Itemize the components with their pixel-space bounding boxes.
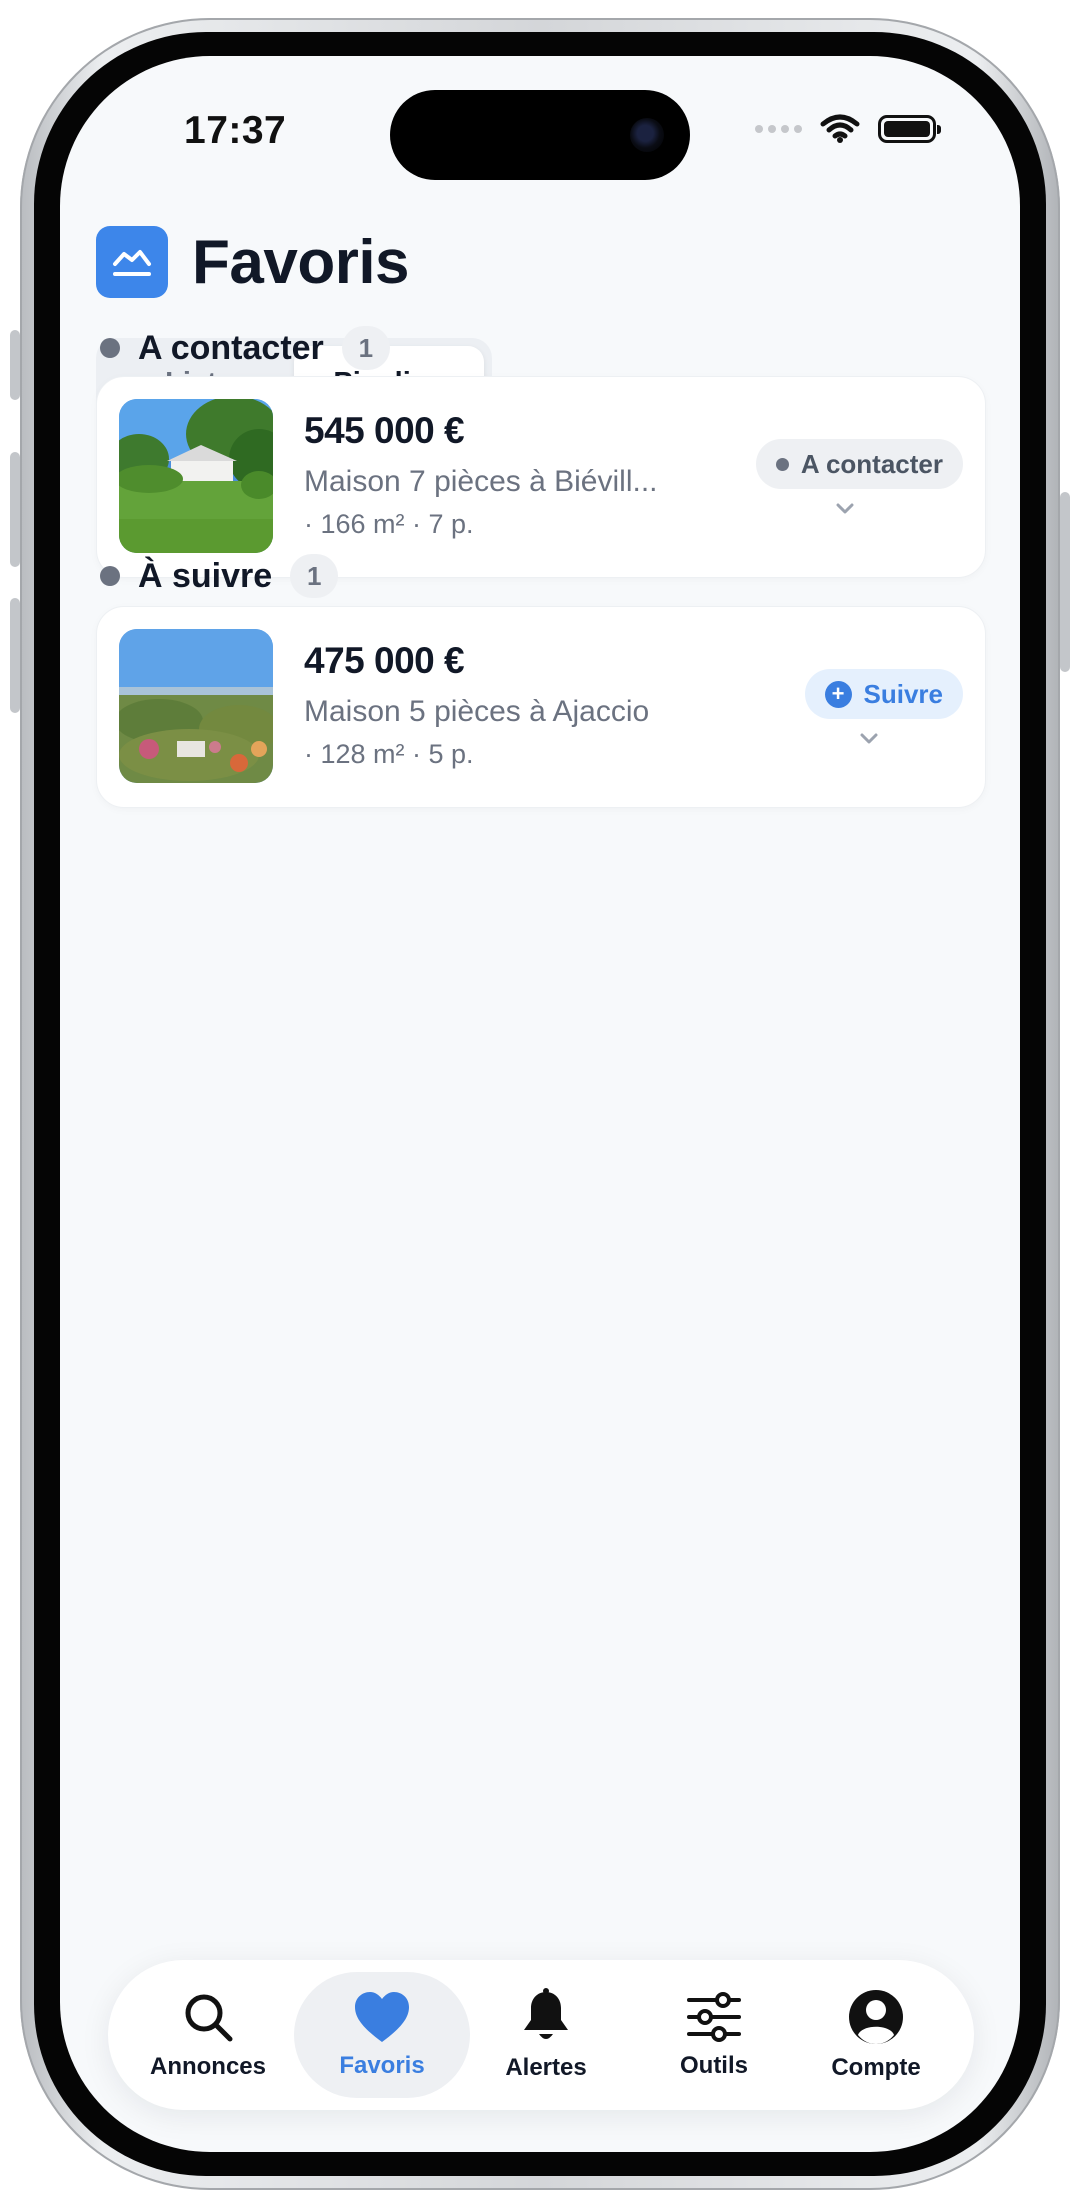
sliders-icon	[687, 1992, 741, 2042]
tab-outils[interactable]: Outils	[626, 1972, 802, 2098]
follow-button-label: Suivre	[863, 678, 944, 709]
status-pill-label: A contacter	[800, 448, 943, 479]
listing-price: 545 000 €	[304, 410, 465, 451]
section-header-a-suivre: À suivre 1	[100, 554, 339, 598]
listing-card[interactable]: 545 000 € Maison 7 pièces à Biévill... ·…	[96, 376, 986, 578]
bell-icon	[524, 1988, 568, 2039]
battery-icon	[878, 115, 941, 143]
tab-label: Compte	[831, 2054, 921, 2081]
tab-favoris[interactable]: Favoris	[294, 1972, 470, 2098]
plus-icon: +	[824, 680, 852, 708]
listing-meta: · 166 m² · 7 p.	[304, 509, 474, 539]
listing-card[interactable]: 475 000 € Maison 5 pièces à Ajaccio · 12…	[96, 606, 986, 808]
dynamic-island	[390, 90, 690, 180]
status-time: 17:37	[184, 109, 287, 152]
screen: 17:37 Favoris Liste Pipeline A co	[60, 56, 1020, 2152]
listing-price: 475 000 €	[304, 640, 465, 681]
user-circle-icon	[849, 1990, 903, 2044]
listing-photo	[119, 629, 273, 783]
listing-photo	[119, 399, 273, 553]
search-icon	[185, 1994, 233, 2042]
tab-label: Outils	[679, 2052, 748, 2079]
tab-label: Annonces	[149, 2053, 266, 2080]
power-button	[1060, 492, 1070, 672]
chevron-down-icon[interactable]	[857, 731, 881, 747]
app-logo-icon	[96, 226, 168, 298]
front-camera-icon	[630, 118, 664, 152]
chevron-down-icon[interactable]	[833, 501, 857, 517]
action-button	[10, 330, 20, 400]
section-title: A contacter	[138, 328, 324, 367]
status-pill-button[interactable]: A contacter	[755, 439, 963, 489]
section-header-a-contacter: A contacter 1	[100, 326, 390, 370]
status-icons	[755, 114, 941, 144]
section-dot	[100, 338, 120, 358]
heart-icon	[355, 1992, 409, 2042]
cellular-signal-icon	[755, 125, 802, 133]
section-count-badge: 1	[290, 554, 339, 598]
listing-meta: · 128 m² · 5 p.	[304, 739, 474, 769]
section-count-badge: 1	[341, 326, 390, 370]
wifi-icon	[820, 114, 860, 143]
section-title: À suivre	[138, 556, 273, 595]
status-dot-icon	[775, 457, 789, 471]
tab-label: Favoris	[339, 2052, 425, 2079]
listing-description: Maison 7 pièces à Biévill...	[304, 465, 658, 498]
tab-compte[interactable]: Compte	[788, 1972, 964, 2098]
tab-label: Alertes	[505, 2054, 587, 2081]
page-title: Favoris	[192, 227, 410, 297]
volume-up-button	[10, 452, 20, 567]
follow-button[interactable]: + Suivre	[804, 669, 963, 719]
listing-description: Maison 5 pièces à Ajaccio	[304, 695, 650, 728]
page-header: Favoris	[96, 226, 410, 298]
volume-down-button	[10, 598, 20, 713]
section-dot	[100, 566, 120, 586]
tab-alertes[interactable]: Alertes	[458, 1972, 634, 2098]
tab-annonces[interactable]: Annonces	[120, 1972, 296, 2098]
bottom-tab-bar: Annonces Favoris Alertes Outils Compte	[108, 1960, 974, 2110]
